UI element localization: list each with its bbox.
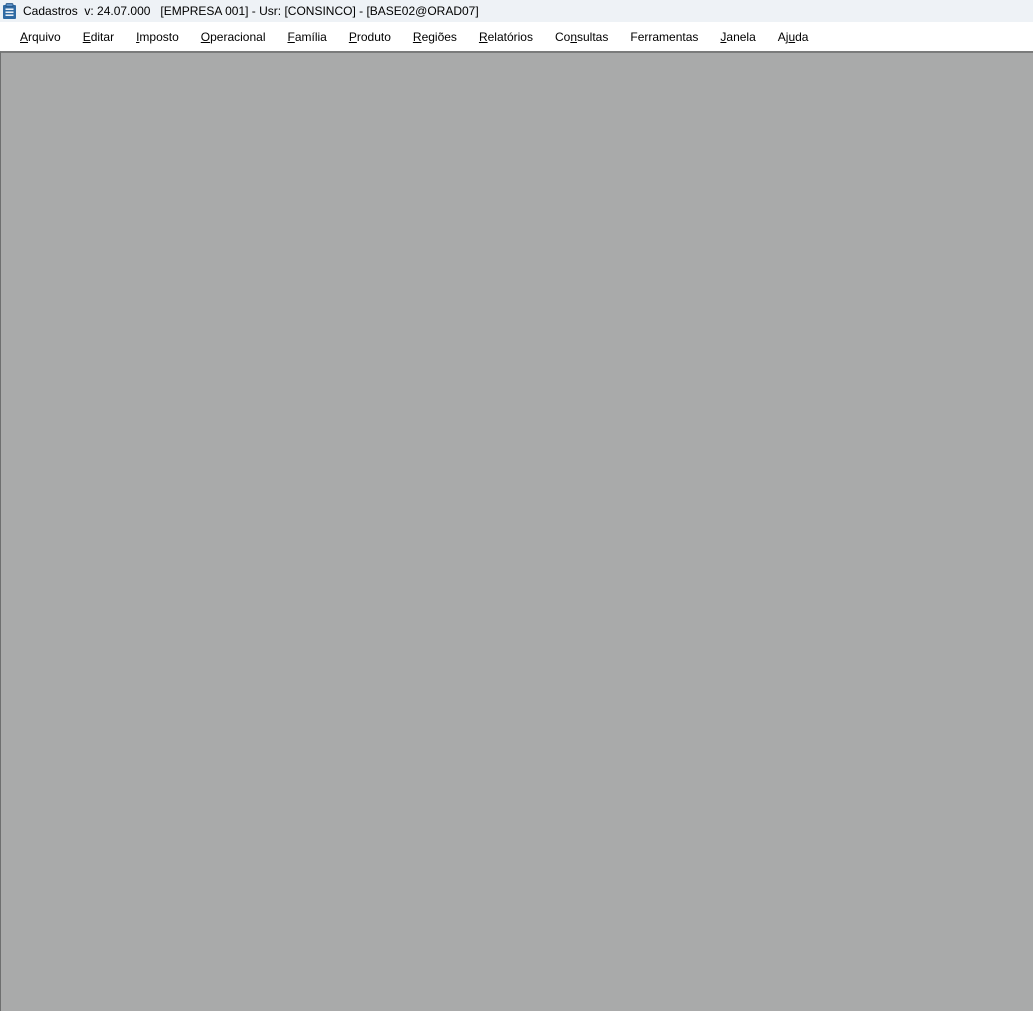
window-bottom-edge — [0, 1011, 1033, 1029]
window-title: Cadastros v: 24.07.000 [EMPRESA 001] - U… — [23, 4, 479, 18]
menu-regioes[interactable]: Regiões — [413, 29, 457, 45]
application-window: Cadastros v: 24.07.000 [EMPRESA 001] - U… — [0, 0, 1033, 1029]
menu-relatorios[interactable]: Relatórios — [479, 29, 533, 45]
menu-operacional[interactable]: Operacional — [201, 29, 266, 45]
menu-familia[interactable]: Família — [287, 29, 326, 45]
menu-bar: Arquivo Editar Imposto Operacional Famíl… — [0, 22, 1033, 51]
menu-produto[interactable]: Produto — [349, 29, 391, 45]
menu-arquivo[interactable]: Arquivo — [20, 29, 61, 45]
menu-ferramentas[interactable]: Ferramentas — [630, 29, 698, 45]
clipboard-app-icon[interactable] — [2, 3, 17, 19]
menu-editar[interactable]: Editar — [83, 29, 114, 45]
menu-imposto[interactable]: Imposto — [136, 29, 179, 45]
mdi-workspace[interactable] — [0, 51, 1033, 1011]
title-bar[interactable]: Cadastros v: 24.07.000 [EMPRESA 001] - U… — [0, 0, 1033, 22]
menu-consultas[interactable]: Consultas — [555, 29, 608, 45]
menu-ajuda[interactable]: Ajuda — [778, 29, 809, 45]
menu-janela[interactable]: Janela — [720, 29, 755, 45]
